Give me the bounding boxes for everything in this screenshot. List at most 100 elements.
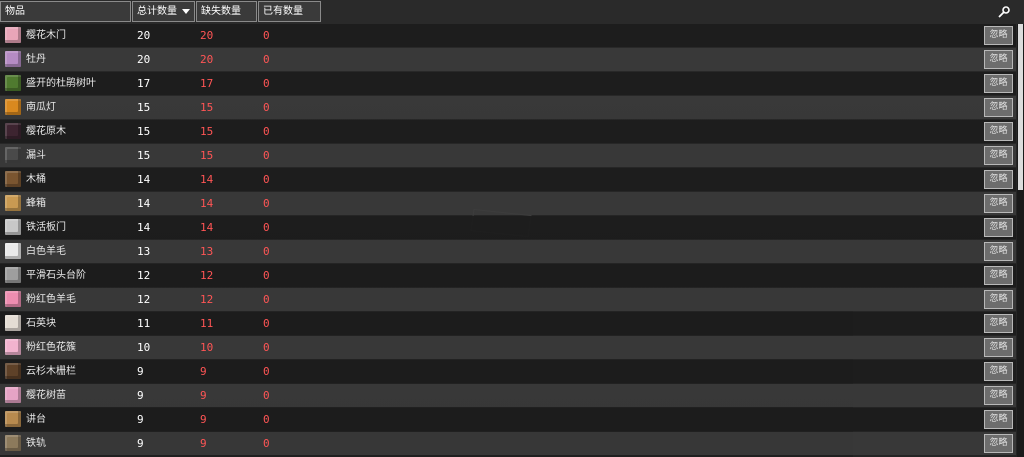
ignore-button[interactable]: 忽略 bbox=[984, 242, 1013, 261]
item-name: 白色羊毛 bbox=[26, 246, 66, 257]
ignore-button[interactable]: 忽略 bbox=[984, 26, 1013, 45]
item-name: 铁轨 bbox=[26, 438, 46, 449]
table-header: 物品 总计数量 缺失数量 已有数量 bbox=[0, 0, 1024, 24]
total-count: 15 bbox=[137, 125, 151, 138]
cherry-sapling-icon bbox=[5, 387, 21, 403]
have-count: 0 bbox=[263, 149, 270, 162]
quartz-block-icon bbox=[5, 315, 21, 331]
hopper-icon bbox=[5, 147, 21, 163]
item-name: 盛开的杜鹃树叶 bbox=[26, 78, 96, 89]
item-name: 漏斗 bbox=[26, 150, 46, 161]
beehive-icon bbox=[5, 195, 21, 211]
sort-descending-icon bbox=[182, 9, 190, 14]
have-count: 0 bbox=[263, 413, 270, 426]
column-header-item[interactable]: 物品 bbox=[0, 1, 131, 22]
missing-count: 14 bbox=[200, 173, 214, 186]
table-row: 樱花树苗 9 9 0 忽略 bbox=[0, 384, 1016, 407]
search-icon[interactable] bbox=[997, 5, 1011, 19]
table-row: 粉红色羊毛 12 12 0 忽略 bbox=[0, 288, 1016, 311]
table-row: 云杉木栅栏 9 9 0 忽略 bbox=[0, 360, 1016, 383]
table-row: 讲台 9 9 0 忽略 bbox=[0, 408, 1016, 431]
total-count: 17 bbox=[137, 77, 151, 90]
pink-wool-icon bbox=[5, 291, 21, 307]
missing-count: 20 bbox=[200, 29, 214, 42]
have-count: 0 bbox=[263, 341, 270, 354]
ignore-button[interactable]: 忽略 bbox=[984, 266, 1013, 285]
have-count: 0 bbox=[263, 53, 270, 66]
scrollbar[interactable] bbox=[1017, 24, 1024, 457]
column-header-total[interactable]: 总计数量 bbox=[132, 1, 195, 22]
iron-trapdoor-icon bbox=[5, 219, 21, 235]
have-count: 0 bbox=[263, 437, 270, 450]
total-count: 14 bbox=[137, 221, 151, 234]
total-count: 12 bbox=[137, 293, 151, 306]
ignore-button[interactable]: 忽略 bbox=[984, 218, 1013, 237]
table-row: 白色羊毛 13 13 0 忽略 bbox=[0, 240, 1016, 263]
ignore-button[interactable]: 忽略 bbox=[984, 194, 1013, 213]
table-row: 漏斗 15 15 0 忽略 bbox=[0, 144, 1016, 167]
missing-count: 9 bbox=[200, 437, 207, 450]
scrollbar-thumb[interactable] bbox=[1018, 24, 1023, 190]
ignore-button[interactable]: 忽略 bbox=[984, 74, 1013, 93]
item-name: 讲台 bbox=[26, 414, 46, 425]
table-row: 铁轨 9 9 0 忽略 bbox=[0, 432, 1016, 455]
item-name: 樱花木门 bbox=[26, 30, 66, 41]
have-count: 0 bbox=[263, 245, 270, 258]
item-name: 樱花原木 bbox=[26, 126, 66, 137]
ignore-button[interactable]: 忽略 bbox=[984, 386, 1013, 405]
total-count: 9 bbox=[137, 389, 144, 402]
missing-count: 9 bbox=[200, 413, 207, 426]
total-count: 12 bbox=[137, 269, 151, 282]
column-header-missing[interactable]: 缺失数量 bbox=[196, 1, 257, 22]
cherry-door-icon bbox=[5, 27, 21, 43]
ignore-button[interactable]: 忽略 bbox=[984, 98, 1013, 117]
item-name: 蜂箱 bbox=[26, 198, 46, 209]
total-count: 20 bbox=[137, 53, 151, 66]
smooth-stone-slab-icon bbox=[5, 267, 21, 283]
missing-count: 9 bbox=[200, 365, 207, 378]
have-count: 0 bbox=[263, 293, 270, 306]
item-name: 平滑石头台阶 bbox=[26, 270, 86, 281]
jack-o-lantern-icon bbox=[5, 99, 21, 115]
have-count: 0 bbox=[263, 125, 270, 138]
table-row: 粉红色花簇 10 10 0 忽略 bbox=[0, 336, 1016, 359]
ignore-button[interactable]: 忽略 bbox=[984, 434, 1013, 453]
ignore-button[interactable]: 忽略 bbox=[984, 410, 1013, 429]
ignore-button[interactable]: 忽略 bbox=[984, 314, 1013, 333]
missing-count: 11 bbox=[200, 317, 214, 330]
item-name: 樱花树苗 bbox=[26, 390, 66, 401]
spruce-fence-icon bbox=[5, 363, 21, 379]
white-wool-icon bbox=[5, 243, 21, 259]
have-count: 0 bbox=[263, 77, 270, 90]
total-count: 14 bbox=[137, 197, 151, 210]
total-count: 9 bbox=[137, 437, 144, 450]
column-header-total-label: 总计数量 bbox=[137, 6, 177, 17]
have-count: 0 bbox=[263, 197, 270, 210]
total-count: 9 bbox=[137, 365, 144, 378]
missing-count: 15 bbox=[200, 101, 214, 114]
lectern-icon bbox=[5, 411, 21, 427]
ignore-button[interactable]: 忽略 bbox=[984, 50, 1013, 69]
item-name: 粉红色羊毛 bbox=[26, 294, 76, 305]
table-row: 樱花原木 15 15 0 忽略 bbox=[0, 120, 1016, 143]
ignore-button[interactable]: 忽略 bbox=[984, 290, 1013, 309]
table-row: 木桶 14 14 0 忽略 bbox=[0, 168, 1016, 191]
have-count: 0 bbox=[263, 389, 270, 402]
table-row: 牡丹 20 20 0 忽略 bbox=[0, 48, 1016, 71]
column-header-item-label: 物品 bbox=[5, 6, 25, 17]
column-header-have[interactable]: 已有数量 bbox=[258, 1, 321, 22]
total-count: 9 bbox=[137, 413, 144, 426]
total-count: 11 bbox=[137, 317, 151, 330]
ignore-button[interactable]: 忽略 bbox=[984, 122, 1013, 141]
ignore-button[interactable]: 忽略 bbox=[984, 170, 1013, 189]
table-row: 石英块 11 11 0 忽略 bbox=[0, 312, 1016, 335]
table-row: 樱花木门 20 20 0 忽略 bbox=[0, 24, 1016, 47]
have-count: 0 bbox=[263, 317, 270, 330]
ignore-button[interactable]: 忽略 bbox=[984, 362, 1013, 381]
missing-count: 14 bbox=[200, 221, 214, 234]
ignore-button[interactable]: 忽略 bbox=[984, 146, 1013, 165]
missing-count: 17 bbox=[200, 77, 214, 90]
ignore-button[interactable]: 忽略 bbox=[984, 338, 1013, 357]
missing-count: 9 bbox=[200, 389, 207, 402]
table-row: 蜂箱 14 14 0 忽略 bbox=[0, 192, 1016, 215]
